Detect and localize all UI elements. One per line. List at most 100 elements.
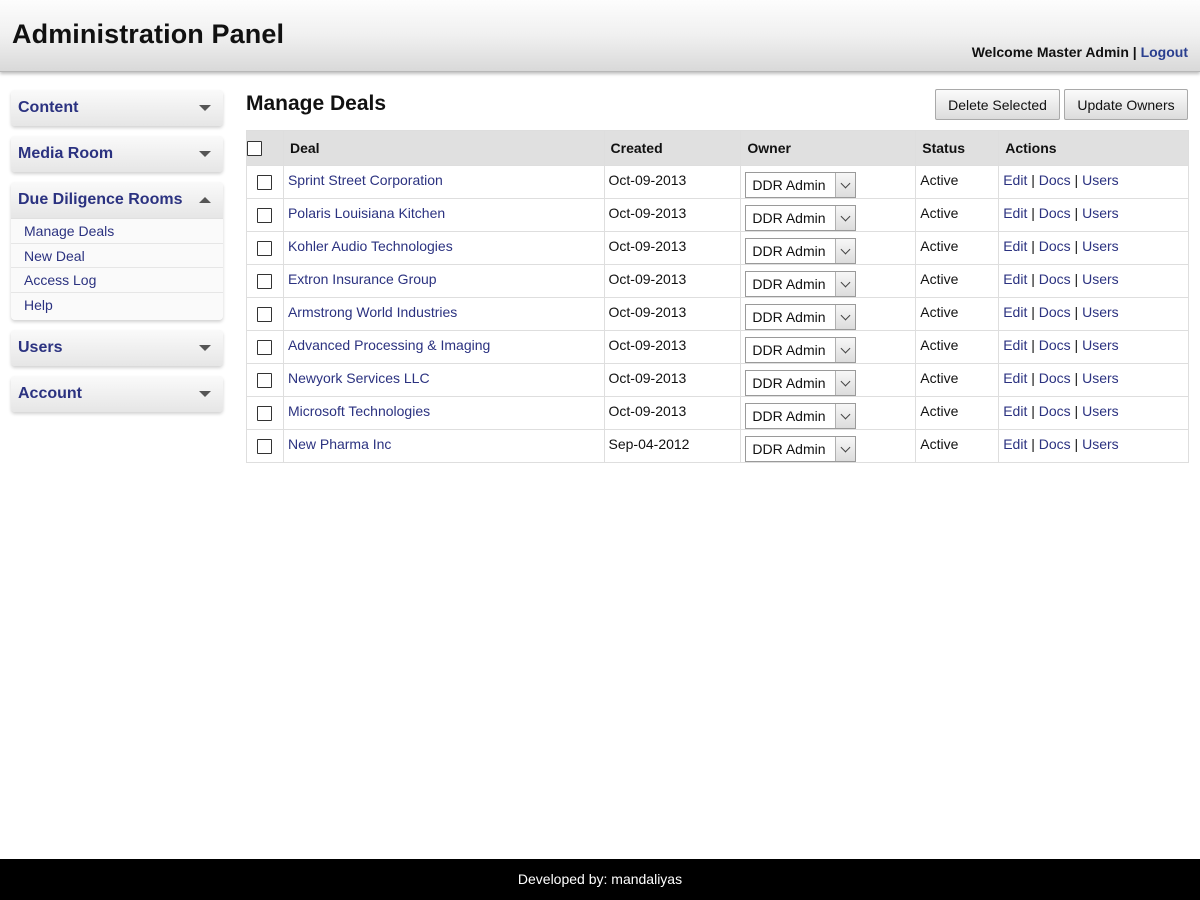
sidebar-item-manage-deals[interactable]: Manage Deals [11,219,223,244]
dropdown-button[interactable] [835,404,856,428]
action-docs-link[interactable]: Docs [1039,205,1071,221]
sidebar-header-media-room[interactable]: Media Room [11,136,223,172]
row-checkbox[interactable] [257,340,273,356]
action-docs-link[interactable]: Docs [1039,238,1071,254]
table-row: Armstrong World Industries Oct-09-2013 DDR… [246,297,1189,331]
action-edit-link[interactable]: Edit [1003,403,1027,419]
action-docs-link[interactable]: Docs [1039,337,1071,353]
deal-link[interactable]: Advanced Processing & Imaging [288,337,490,353]
action-edit-link[interactable]: Edit [1003,238,1027,254]
status-text: Active [915,165,1000,199]
dropdown-button[interactable] [835,371,856,395]
action-users-link[interactable]: Users [1082,205,1119,221]
dropdown-button[interactable] [835,338,856,362]
deal-link[interactable]: Kohler Audio Technologies [288,238,453,254]
row-checkbox[interactable] [257,175,273,191]
action-separator: | [1074,304,1079,320]
chevron-up-icon [199,197,211,203]
deal-link[interactable]: New Pharma Inc [288,436,391,452]
action-edit-link[interactable]: Edit [1003,205,1027,221]
welcome-text: Welcome Master Admin [971,44,1129,60]
owner-select[interactable]: DDR Admin [745,370,857,396]
action-docs-link[interactable]: Docs [1039,172,1071,188]
sidebar-header-account[interactable]: Account [11,376,223,412]
action-users-link[interactable]: Users [1082,370,1119,386]
deal-link[interactable]: Extron Insurance Group [288,271,437,287]
action-users-link[interactable]: Users [1082,403,1119,419]
action-users-link[interactable]: Users [1082,238,1119,254]
row-checkbox[interactable] [257,373,273,389]
deal-link[interactable]: Sprint Street Corporation [288,172,443,188]
row-checkbox[interactable] [257,208,273,224]
row-checkbox[interactable] [257,274,273,290]
owner-select[interactable]: DDR Admin [745,436,857,462]
sidebar-item-access-log[interactable]: Access Log [11,268,223,293]
action-docs-link[interactable]: Docs [1039,370,1071,386]
deal-link[interactable]: Armstrong World Industries [288,304,457,320]
dropdown-button[interactable] [835,173,856,197]
dropdown-button[interactable] [835,305,856,329]
dropdown-button[interactable] [835,272,856,296]
deal-link[interactable]: Microsoft Technologies [288,403,430,419]
action-users-link[interactable]: Users [1082,271,1119,287]
row-checkbox[interactable] [257,439,273,455]
action-edit-link[interactable]: Edit [1003,304,1027,320]
action-docs-link[interactable]: Docs [1039,271,1071,287]
status-text: Active [915,297,1000,331]
sidebar-header-users[interactable]: Users [11,330,223,366]
sidebar-header-label: Account [18,385,82,402]
owner-select[interactable]: DDR Admin [745,205,857,231]
action-edit-link[interactable]: Edit [1003,370,1027,386]
chevron-down-icon [840,310,851,320]
owner-select[interactable]: DDR Admin [745,403,857,429]
action-edit-link[interactable]: Edit [1003,337,1027,353]
action-edit-link[interactable]: Edit [1003,436,1027,452]
sidebar-item-new-deal[interactable]: New Deal [11,244,223,268]
action-docs-link[interactable]: Docs [1039,403,1071,419]
select-all-checkbox[interactable] [247,141,262,157]
delete-selected-button[interactable]: Delete Selected [935,89,1060,120]
dropdown-button[interactable] [835,437,856,461]
sidebar-header-label: Content [18,99,79,116]
action-separator: | [1031,271,1035,287]
sidebar-group-media-room: Media Room [11,136,223,172]
row-select-cell [246,330,284,364]
sidebar: Content Media Room Due Diligence Rooms Mana… [11,90,223,422]
owner-select[interactable]: DDR Admin [745,172,857,198]
owner-select[interactable]: DDR Admin [745,238,857,264]
column-header-deal: Deal [282,130,605,166]
action-edit-link[interactable]: Edit [1003,271,1027,287]
owner-cell: DDR Admin [740,363,917,397]
deal-cell: Advanced Processing & Imaging [282,330,605,364]
row-checkbox[interactable] [257,406,273,422]
action-docs-link[interactable]: Docs [1039,436,1071,452]
action-users-link[interactable]: Users [1082,172,1119,188]
sidebar-header-content[interactable]: Content [11,90,223,126]
deal-link[interactable]: Polaris Louisiana Kitchen [288,205,445,221]
action-separator: | [1031,403,1035,419]
action-separator: | [1074,271,1079,287]
row-checkbox[interactable] [257,241,273,257]
action-users-link[interactable]: Users [1082,304,1119,320]
sidebar-header-due-diligence-rooms[interactable]: Due Diligence Rooms [11,182,223,218]
action-edit-link[interactable]: Edit [1003,172,1027,188]
owner-select[interactable]: DDR Admin [745,337,857,363]
dropdown-button[interactable] [835,206,856,230]
owner-select[interactable]: DDR Admin [745,271,857,297]
chevron-down-icon [840,409,851,419]
update-owners-button[interactable]: Update Owners [1064,89,1188,120]
deal-link[interactable]: Newyork Services LLC [288,370,430,386]
owner-select-value: DDR Admin [752,309,826,325]
logout-link[interactable]: Logout [1141,44,1188,60]
owner-select[interactable]: DDR Admin [745,304,857,330]
dropdown-button[interactable] [835,239,856,263]
deal-cell: Kohler Audio Technologies [282,231,605,265]
action-docs-link[interactable]: Docs [1039,304,1071,320]
row-checkbox[interactable] [257,307,273,323]
action-users-link[interactable]: Users [1082,337,1119,353]
table-row: Kohler Audio Technologies Oct-09-2013 DDR … [246,231,1189,265]
sidebar-header-label: Due Diligence Rooms [18,191,183,208]
action-users-link[interactable]: Users [1082,436,1119,452]
created-date: Oct-09-2013 [603,198,742,232]
sidebar-item-help[interactable]: Help [11,293,223,318]
